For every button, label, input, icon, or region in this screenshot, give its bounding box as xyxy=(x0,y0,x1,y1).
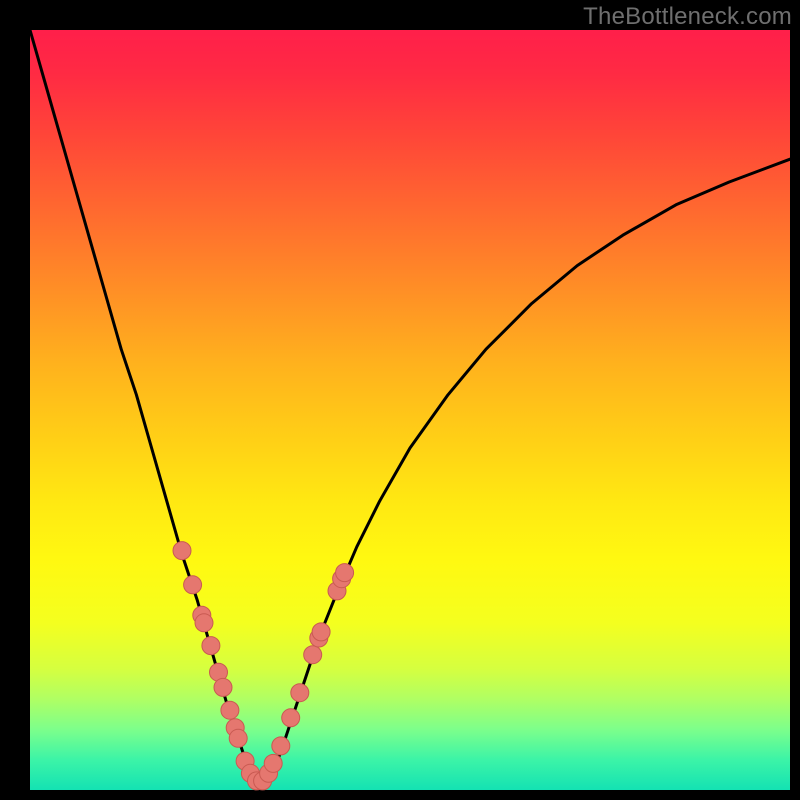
marker-group xyxy=(173,542,354,790)
data-marker xyxy=(304,646,322,664)
chart-frame: TheBottleneck.com xyxy=(0,0,800,800)
data-marker xyxy=(272,737,290,755)
data-marker xyxy=(264,754,282,772)
data-marker xyxy=(202,637,220,655)
bottleneck-curve xyxy=(30,30,790,782)
watermark-text: TheBottleneck.com xyxy=(583,3,792,31)
plot-area xyxy=(30,30,790,790)
data-marker xyxy=(173,542,191,560)
data-marker xyxy=(184,576,202,594)
data-marker xyxy=(214,678,232,696)
data-marker xyxy=(312,623,330,641)
data-marker xyxy=(291,684,309,702)
data-marker xyxy=(336,564,354,582)
data-marker xyxy=(229,729,247,747)
data-marker xyxy=(195,614,213,632)
data-marker xyxy=(221,701,239,719)
curve-svg xyxy=(30,30,790,790)
data-marker xyxy=(282,709,300,727)
